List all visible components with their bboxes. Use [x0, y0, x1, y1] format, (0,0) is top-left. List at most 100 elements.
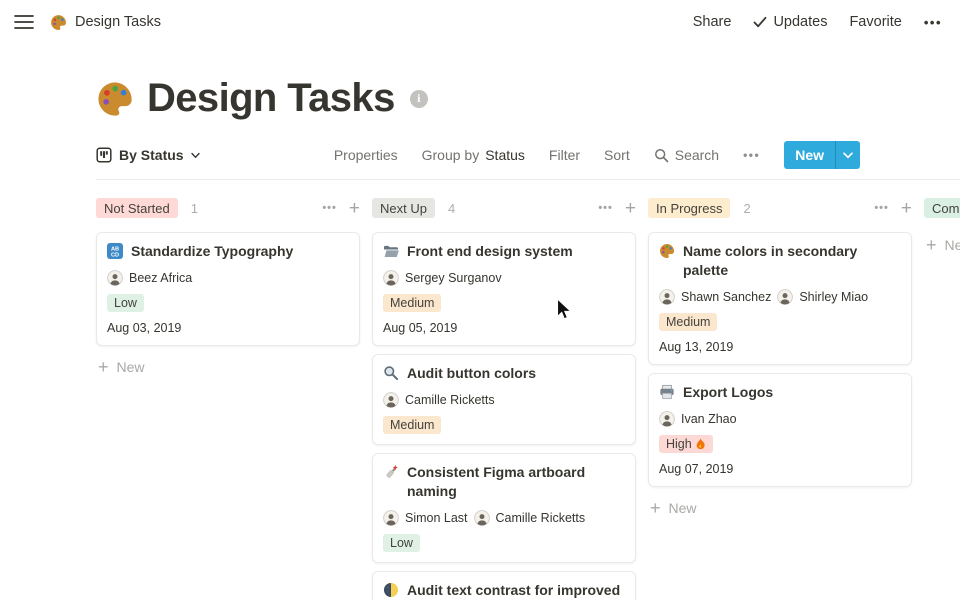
updates-label: Updates [773, 14, 827, 30]
add-card-label: New [669, 500, 697, 516]
new-button-label: New [784, 141, 835, 169]
column-not-started: Not Started 1 ••• + ABCD Standardize Typ… [96, 196, 360, 600]
palette-icon [50, 14, 67, 31]
plus-icon: + [926, 236, 937, 254]
assignee-name: Shawn Sanchez [681, 290, 771, 304]
status-badge[interactable]: In Progress [648, 198, 730, 218]
group-by-button[interactable]: Group by Status [422, 147, 525, 163]
column-completed: Completed ••• + + New [924, 196, 960, 600]
card-title: Audit button colors [407, 364, 536, 383]
status-badge[interactable]: Completed [924, 198, 960, 218]
more-options-icon[interactable]: ••• [924, 15, 942, 30]
view-more-icon[interactable]: ••• [743, 148, 760, 162]
assignee-name: Camille Ricketts [405, 393, 495, 407]
column-add-icon[interactable]: + [625, 199, 636, 218]
search-button[interactable]: Search [654, 147, 719, 163]
assignee-name: Ivan Zhao [681, 412, 737, 426]
svg-text:CD: CD [111, 253, 119, 259]
magnifier-icon [383, 365, 399, 383]
assignee[interactable]: Camille Ricketts [383, 392, 495, 408]
properties-button[interactable]: Properties [334, 147, 398, 163]
fire-icon [695, 438, 706, 451]
avatar [383, 510, 399, 526]
plus-icon: + [98, 358, 109, 376]
add-card-button[interactable]: + New [96, 354, 360, 380]
group-by-value: Status [485, 147, 525, 163]
avatar [777, 289, 793, 305]
hamburger-menu-icon[interactable] [14, 14, 34, 30]
task-card[interactable]: Audit button colors Camille Ricketts Med… [372, 354, 636, 445]
column-add-icon[interactable]: + [901, 199, 912, 218]
column-count: 2 [743, 201, 750, 216]
column-in-progress: In Progress 2 ••• + Name colors in secon… [648, 196, 912, 600]
plus-icon: + [650, 499, 661, 517]
share-button[interactable]: Share [693, 14, 732, 30]
avatar [659, 289, 675, 305]
breadcrumb-page[interactable]: Design Tasks [50, 14, 161, 31]
priority-badge: Low [107, 294, 144, 312]
page-header: Design Tasks i [96, 76, 960, 121]
task-card[interactable]: Consistent Figma artboard naming Simon L… [372, 453, 636, 563]
assignee[interactable]: Camille Ricketts [474, 510, 586, 526]
status-badge[interactable]: Not Started [96, 198, 178, 218]
priority-label: High [666, 437, 692, 451]
group-by-label: Group by [422, 147, 480, 163]
assignee[interactable]: Beez Africa [107, 270, 192, 286]
palette-icon[interactable] [96, 80, 134, 118]
card-title: Name colors in secondary palette [683, 242, 901, 280]
card-title: Export Logos [683, 383, 773, 402]
card-title: Audit text contrast for improved accessi… [407, 581, 625, 600]
view-toolbar: By Status Properties Group by Status Fil… [96, 141, 960, 180]
board-view-icon [96, 147, 112, 163]
card-title: Consistent Figma artboard naming [407, 463, 625, 501]
column-count: 4 [448, 201, 455, 216]
sort-button[interactable]: Sort [604, 147, 630, 163]
task-card[interactable]: Name colors in secondary palette Shawn S… [648, 232, 912, 365]
avatar [474, 510, 490, 526]
view-switcher[interactable]: By Status [96, 147, 200, 163]
avatar [383, 392, 399, 408]
add-card-button[interactable]: + New [648, 495, 912, 521]
top-bar: Design Tasks Share Updates Favorite ••• [0, 0, 960, 44]
filter-button[interactable]: Filter [549, 147, 580, 163]
search-label: Search [675, 147, 719, 163]
assignee-name: Simon Last [405, 511, 468, 525]
column-add-icon[interactable]: + [349, 199, 360, 218]
priority-badge: Low [383, 534, 420, 552]
search-icon [654, 148, 669, 163]
column-more-icon[interactable]: ••• [598, 202, 613, 214]
kanban-board: Not Started 1 ••• + ABCD Standardize Typ… [96, 196, 960, 600]
column-more-icon[interactable]: ••• [874, 202, 889, 214]
priority-badge: Medium [383, 416, 441, 434]
assignee[interactable]: Ivan Zhao [659, 411, 737, 427]
assignee[interactable]: Sergey Surganov [383, 270, 502, 286]
updates-button[interactable]: Updates [753, 14, 827, 30]
favorite-button[interactable]: Favorite [849, 14, 901, 30]
add-card-button[interactable]: + New [924, 232, 960, 258]
new-button[interactable]: New [784, 141, 860, 169]
task-card[interactable]: Export Logos Ivan Zhao High Aug 07, 2019 [648, 373, 912, 487]
chevron-down-icon[interactable] [836, 141, 860, 169]
task-card[interactable]: ABCD Standardize Typography Beez Africa … [96, 232, 360, 346]
assignee[interactable]: Shawn Sanchez [659, 289, 771, 305]
view-name: By Status [119, 147, 184, 163]
task-card[interactable]: Audit text contrast for improved accessi… [372, 571, 636, 600]
breadcrumb-title: Design Tasks [75, 14, 161, 30]
add-card-label: New [945, 237, 960, 253]
status-badge[interactable]: Next Up [372, 198, 435, 218]
assignee[interactable]: Simon Last [383, 510, 468, 526]
info-icon[interactable]: i [410, 90, 428, 108]
column-more-icon[interactable]: ••• [322, 202, 337, 214]
due-date: Aug 07, 2019 [659, 462, 901, 476]
priority-badge: High [659, 435, 713, 453]
printer-icon [659, 384, 675, 402]
assignee[interactable]: Shirley Miao [777, 289, 868, 305]
task-card[interactable]: Front end design system Sergey Surganov … [372, 232, 636, 346]
avatar [107, 270, 123, 286]
check-icon [753, 16, 767, 28]
add-card-label: New [117, 359, 145, 375]
due-date: Aug 03, 2019 [107, 321, 349, 335]
assignee-name: Shirley Miao [799, 290, 868, 304]
folder-icon [383, 243, 399, 261]
avatar [659, 411, 675, 427]
